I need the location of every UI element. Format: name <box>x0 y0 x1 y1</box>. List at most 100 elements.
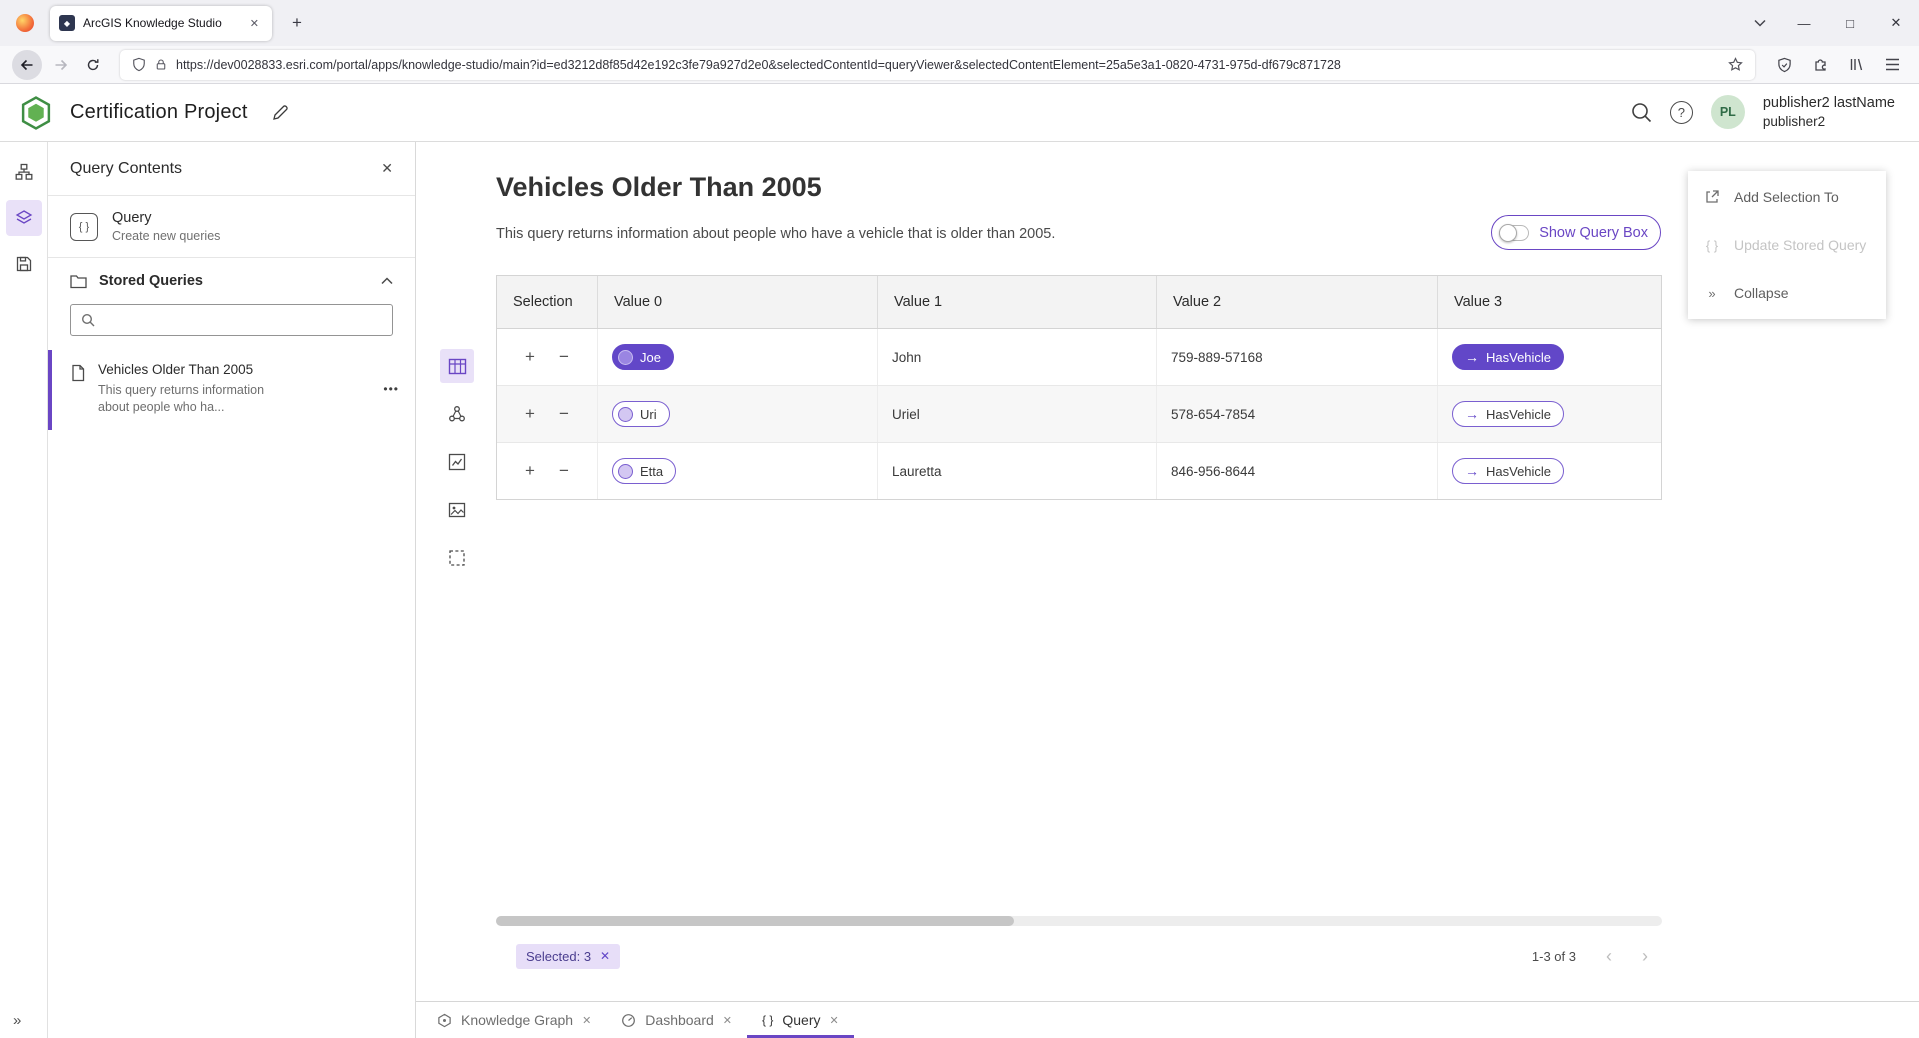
save-icon[interactable] <box>6 246 42 282</box>
selected-count-chip[interactable]: Selected: 3 ✕ <box>516 944 620 969</box>
new-tab-button[interactable]: + <box>284 13 310 33</box>
view-toolbar <box>440 349 474 575</box>
edit-title-pencil-icon[interactable] <box>272 104 289 121</box>
relationship-pill[interactable]: →HasVehicle <box>1452 344 1564 370</box>
user-name: publisher2 lastName <box>1763 94 1895 113</box>
cell-value2[interactable]: 759-889-57168 <box>1157 329 1438 385</box>
remove-from-selection-icon[interactable]: − <box>556 461 572 481</box>
firefox-icon[interactable] <box>16 14 34 32</box>
select-marquee-icon[interactable] <box>440 541 474 575</box>
remove-from-selection-icon[interactable]: − <box>556 347 572 367</box>
cell-value2[interactable]: 578-654-7854 <box>1157 386 1438 442</box>
table-row[interactable]: + − Etta Lauretta 846-956-8644 →HasVehic… <box>497 443 1661 499</box>
menu-item-label: Update Stored Query <box>1734 237 1866 253</box>
relationship-pill[interactable]: →HasVehicle <box>1452 458 1564 484</box>
tab-close-icon[interactable]: ✕ <box>723 1014 732 1027</box>
close-window-button[interactable]: ✕ <box>1873 0 1919 46</box>
menu-item-add-selection-to[interactable]: Add Selection To <box>1688 173 1886 221</box>
show-query-box-control[interactable]: Show Query Box <box>1491 215 1661 250</box>
remove-from-selection-icon[interactable]: − <box>556 404 572 424</box>
tab-dashboard[interactable]: Dashboard ✕ <box>606 1002 747 1038</box>
add-to-selection-icon[interactable]: + <box>522 347 538 367</box>
contents-layers-icon[interactable] <box>6 200 42 236</box>
cell-value1[interactable]: Uriel <box>878 386 1157 442</box>
dashboard-gauge-icon <box>621 1013 636 1028</box>
expand-panel-icon[interactable]: » <box>13 1012 21 1029</box>
new-query-item[interactable]: { } Query Create new queries <box>48 196 415 258</box>
table-row[interactable]: + − Uri Uriel 578-654-7854 →HasVehicle <box>497 386 1661 443</box>
column-header-value2[interactable]: Value 2 <box>1157 276 1438 328</box>
entity-pill[interactable]: Uri <box>612 401 670 427</box>
password-shield-icon[interactable] <box>1769 57 1799 73</box>
cell-value1[interactable]: Lauretta <box>878 443 1157 499</box>
link-chart-view-icon[interactable] <box>440 397 474 431</box>
stored-queries-search-input[interactable] <box>103 313 382 328</box>
tab-knowledge-graph[interactable]: Knowledge Graph ✕ <box>422 1002 606 1038</box>
forward-button[interactable] <box>48 52 74 78</box>
tab-query[interactable]: { } Query ✕ <box>747 1002 854 1038</box>
previous-page-icon[interactable]: ‹ <box>1606 947 1612 965</box>
item-options-ellipsis-icon[interactable]: ••• <box>383 382 399 396</box>
column-header-value1[interactable]: Value 1 <box>878 276 1157 328</box>
selected-count-label: Selected: 3 <box>526 949 591 964</box>
map-view-icon[interactable] <box>440 493 474 527</box>
clear-selection-icon[interactable]: ✕ <box>600 949 610 963</box>
browser-tab[interactable]: ◆ ArcGIS Knowledge Studio ✕ <box>50 6 272 41</box>
table-row[interactable]: + − Joe John 759-889-57168 →HasVehicle <box>497 329 1661 386</box>
data-model-icon[interactable] <box>6 154 42 190</box>
tab-close-icon[interactable]: ✕ <box>830 1014 839 1027</box>
bookmark-star-icon[interactable] <box>1728 57 1743 72</box>
user-info[interactable]: publisher2 lastName publisher2 <box>1763 94 1895 130</box>
stored-queries-header[interactable]: Stored Queries <box>48 258 415 298</box>
scrollbar-thumb[interactable] <box>496 916 1014 926</box>
help-icon[interactable]: ? <box>1670 101 1693 124</box>
tab-label: Knowledge Graph <box>461 1012 573 1028</box>
tab-list-chevron-icon[interactable] <box>1739 0 1781 46</box>
panel-close-icon[interactable]: ✕ <box>381 160 393 177</box>
entity-pill[interactable]: Joe <box>612 344 674 370</box>
column-header-value3[interactable]: Value 3 <box>1438 276 1661 328</box>
table-footer: Selected: 3 ✕ 1-3 of 3 ‹ › <box>496 934 1662 978</box>
user-avatar[interactable]: PL <box>1711 95 1745 129</box>
document-icon <box>70 364 86 416</box>
url-text[interactable]: https://dev0028833.esri.com/portal/apps/… <box>176 58 1719 72</box>
browser-toolbar: https://dev0028833.esri.com/portal/apps/… <box>0 46 1919 84</box>
cell-value2[interactable]: 846-956-8644 <box>1157 443 1438 499</box>
relationship-pill[interactable]: →HasVehicle <box>1452 401 1564 427</box>
lock-icon[interactable] <box>155 58 167 71</box>
next-page-icon[interactable]: › <box>1642 947 1648 965</box>
tab-close-icon[interactable]: ✕ <box>582 1014 591 1027</box>
entity-pill[interactable]: Etta <box>612 458 676 484</box>
horizontal-scrollbar[interactable] <box>496 916 1662 926</box>
stored-query-list-item[interactable]: Vehicles Older Than 2005 This query retu… <box>48 350 415 430</box>
arcgis-knowledge-logo[interactable] <box>20 96 52 130</box>
menu-item-collapse[interactable]: » Collapse <box>1688 269 1886 317</box>
selection-context-menu: Add Selection To { } Update Stored Query… <box>1688 171 1886 319</box>
maximize-button[interactable]: □ <box>1827 0 1873 46</box>
menu-item-update-stored-query[interactable]: { } Update Stored Query <box>1688 221 1886 269</box>
search-icon <box>81 313 95 327</box>
tracking-shield-icon[interactable] <box>132 57 146 72</box>
stored-queries-search[interactable] <box>70 304 393 336</box>
toggle-knob[interactable] <box>1499 224 1517 242</box>
reload-button[interactable] <box>80 52 106 78</box>
column-header-value0[interactable]: Value 0 <box>598 276 878 328</box>
back-button[interactable] <box>12 50 42 80</box>
search-icon[interactable] <box>1631 102 1652 123</box>
add-to-selection-icon[interactable]: + <box>522 404 538 424</box>
library-icon[interactable] <box>1841 57 1871 72</box>
table-view-icon[interactable] <box>440 349 474 383</box>
collapse-chevrons-icon: » <box>1703 286 1721 301</box>
chart-view-icon[interactable] <box>440 445 474 479</box>
extensions-puzzle-icon[interactable] <box>1805 56 1835 73</box>
column-header-selection[interactable]: Selection <box>497 276 598 328</box>
add-to-selection-icon[interactable]: + <box>522 461 538 481</box>
address-bar[interactable]: https://dev0028833.esri.com/portal/apps/… <box>120 50 1755 80</box>
minimize-button[interactable]: — <box>1781 0 1827 46</box>
show-query-box-toggle[interactable] <box>1499 225 1529 241</box>
chevron-up-icon[interactable] <box>381 277 393 285</box>
menu-item-label: Collapse <box>1734 285 1788 301</box>
tab-close-icon[interactable]: ✕ <box>246 15 263 32</box>
menu-hamburger-icon[interactable] <box>1877 58 1907 71</box>
cell-value1[interactable]: John <box>878 329 1157 385</box>
